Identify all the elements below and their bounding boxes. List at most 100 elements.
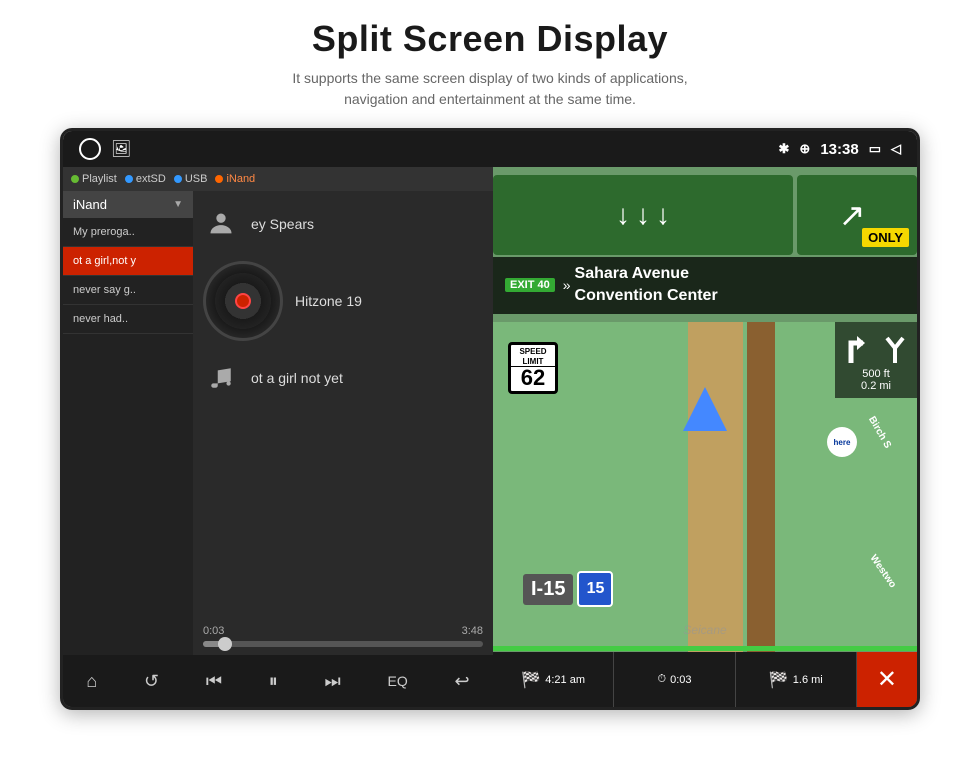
next-button[interactable]: ⏭ <box>315 665 351 698</box>
nav-sign-left: ↓ ↓ ↓ <box>493 175 793 255</box>
status-left: 🖼 <box>79 138 131 160</box>
inand-label: iNand <box>226 173 255 185</box>
source-tab-playlist[interactable]: Playlist <box>71 173 117 185</box>
nav-bottom-bar: 🏁 4:21 am ⏱ 0:03 🏁 1.6 mi ✕ <box>493 652 917 707</box>
turn-info-box: 500 ft 0.2 mi <box>835 322 917 398</box>
speed-limit-sign: SPEEDLIMIT 62 <box>508 342 558 394</box>
nav-top-sign: ↓ ↓ ↓ ↗ ONLY <box>493 167 917 267</box>
turn-feet: 500 ft <box>862 368 890 380</box>
music-note-icon <box>203 360 239 396</box>
playlist-dropdown-label: iNand <box>73 197 107 212</box>
nav-exit-box: EXIT 40 » Sahara AvenueConvention Center <box>493 257 917 314</box>
highway-shield: 15 <box>577 571 613 607</box>
location-icon: ⊕ <box>799 141 810 157</box>
nav-remaining-dist: 🏁 1.6 mi <box>736 652 857 707</box>
home-button[interactable]: ⌂ <box>76 665 107 698</box>
usb-radio <box>174 175 182 183</box>
only-badge: ONLY <box>862 228 909 247</box>
close-nav-button[interactable]: ✕ <box>857 652 917 707</box>
inand-radio <box>215 175 223 183</box>
playlist-item-4[interactable]: never had.. <box>63 305 193 334</box>
playlist-sidebar: iNand ▼ My preroga.. ot a girl,not y nev… <box>63 191 193 655</box>
page-header: Split Screen Display It supports the sam… <box>0 0 980 120</box>
artist-icon <box>203 206 239 242</box>
track-artist: ey Spears <box>251 216 314 232</box>
track-song: ot a girl not yet <box>251 370 343 386</box>
track-info: ey Spears Hitzone 19 <box>203 206 483 410</box>
bluetooth-icon: ✱ <box>779 141 790 157</box>
playlist-item-3[interactable]: never say g.. <box>63 276 193 305</box>
play-pause-button[interactable]: ⏸ <box>259 665 288 698</box>
status-right: ✱ ⊕ 13:38 ▭ ◁ <box>779 141 901 158</box>
highway-badge-container: I-15 15 <box>523 571 613 607</box>
back-button[interactable]: ↩ <box>444 665 479 698</box>
vinyl-disc-container <box>203 261 283 341</box>
status-bar: 🖼 ✱ ⊕ 13:38 ▭ ◁ <box>63 131 917 167</box>
playlist-label: Playlist <box>82 173 117 185</box>
speed-limit-value: 62 <box>511 367 555 389</box>
track-song-row: ot a girl not yet <box>203 360 483 396</box>
vinyl-disc <box>203 261 283 341</box>
controls-bar: ⌂ ↺ ⏮ ⏸ ⏭ EQ ↩ <box>63 655 493 707</box>
page-subtitle: It supports the same screen display of t… <box>0 68 980 110</box>
destination-time: 4:21 am <box>545 674 585 686</box>
time-total: 3:48 <box>462 625 483 637</box>
here-logo: here <box>827 427 857 457</box>
player-main: ey Spears Hitzone 19 <box>193 191 493 655</box>
extsd-radio <box>125 175 133 183</box>
nav-panel: ↓ ↓ ↓ ↗ ONLY EXIT 40 » Sahara AvenueConv… <box>493 167 917 707</box>
progress-thumb <box>218 637 232 651</box>
playlist-item-1[interactable]: My preroga.. <box>63 218 193 247</box>
nav-progress-line <box>493 646 917 651</box>
nav-dest-time: 🏁 4:21 am <box>493 652 614 707</box>
status-time: 13:38 <box>820 141 858 158</box>
speed-limit-label: SPEEDLIMIT <box>511 347 555 367</box>
source-tabs: Playlist extSD USB iNand <box>63 167 493 191</box>
remaining-distance: 1.6 mi <box>793 674 823 686</box>
speed-limit-box: SPEEDLIMIT 62 <box>508 342 558 394</box>
exit-number: EXIT 40 <box>505 278 555 292</box>
track-album: Hitzone 19 <box>295 293 362 309</box>
split-screen: Playlist extSD USB iNand <box>63 167 917 707</box>
exit-name: Sahara AvenueConvention Center <box>575 263 718 308</box>
nav-direction-arrow <box>683 387 727 431</box>
vinyl-center <box>235 293 251 309</box>
progress-section: 0:03 3:48 <box>203 617 483 655</box>
music-body: iNand ▼ My preroga.. ot a girl,not y nev… <box>63 191 493 655</box>
source-tab-extsd[interactable]: extSD <box>125 173 166 185</box>
window-icon: ▭ <box>869 141 881 157</box>
elapsed-time: 0:03 <box>670 674 691 686</box>
track-album-row: Hitzone 19 <box>203 256 483 346</box>
device-frame: 🖼 ✱ ⊕ 13:38 ▭ ◁ Playlist extSD <box>60 128 920 710</box>
playlist-item-2[interactable]: ot a girl,not y <box>63 247 193 276</box>
back-icon: ◁ <box>891 141 901 157</box>
arrow-down-1: ↓ <box>616 199 630 231</box>
time-elapsed: 0:03 <box>203 625 224 637</box>
status-circle-icon <box>79 138 101 160</box>
progress-times: 0:03 3:48 <box>203 625 483 637</box>
arrow-down-2: ↓ <box>636 199 650 231</box>
turn-icon <box>843 328 875 368</box>
fork-icon <box>881 328 909 368</box>
nav-map: ↓ ↓ ↓ ↗ ONLY EXIT 40 » Sahara AvenueConv… <box>493 167 917 707</box>
page-title: Split Screen Display <box>0 18 980 60</box>
flag-end-icon: 🏁 <box>769 670 789 690</box>
progress-bar-track[interactable] <box>203 641 483 647</box>
track-artist-row: ey Spears <box>203 206 483 242</box>
nav-elapsed-time: ⏱ 0:03 <box>614 652 735 707</box>
dropdown-arrow-icon: ▼ <box>173 199 183 210</box>
highway-text: I-15 <box>523 574 573 605</box>
image-icon: 🖼 <box>111 139 131 159</box>
source-tab-usb[interactable]: USB <box>174 173 208 185</box>
eq-button[interactable]: EQ <box>378 667 418 695</box>
source-tab-inand[interactable]: iNand <box>215 173 255 185</box>
seicane-watermark: Seicane <box>683 623 726 637</box>
extsd-label: extSD <box>136 173 166 185</box>
clock-icon: ⏱ <box>657 673 666 686</box>
repeat-button[interactable]: ↺ <box>134 665 169 698</box>
prev-button[interactable]: ⏮ <box>196 665 232 698</box>
exit-arrow: » <box>563 277 571 293</box>
music-panel: Playlist extSD USB iNand <box>63 167 493 707</box>
playlist-radio <box>71 175 79 183</box>
playlist-dropdown[interactable]: iNand ▼ <box>63 191 193 218</box>
